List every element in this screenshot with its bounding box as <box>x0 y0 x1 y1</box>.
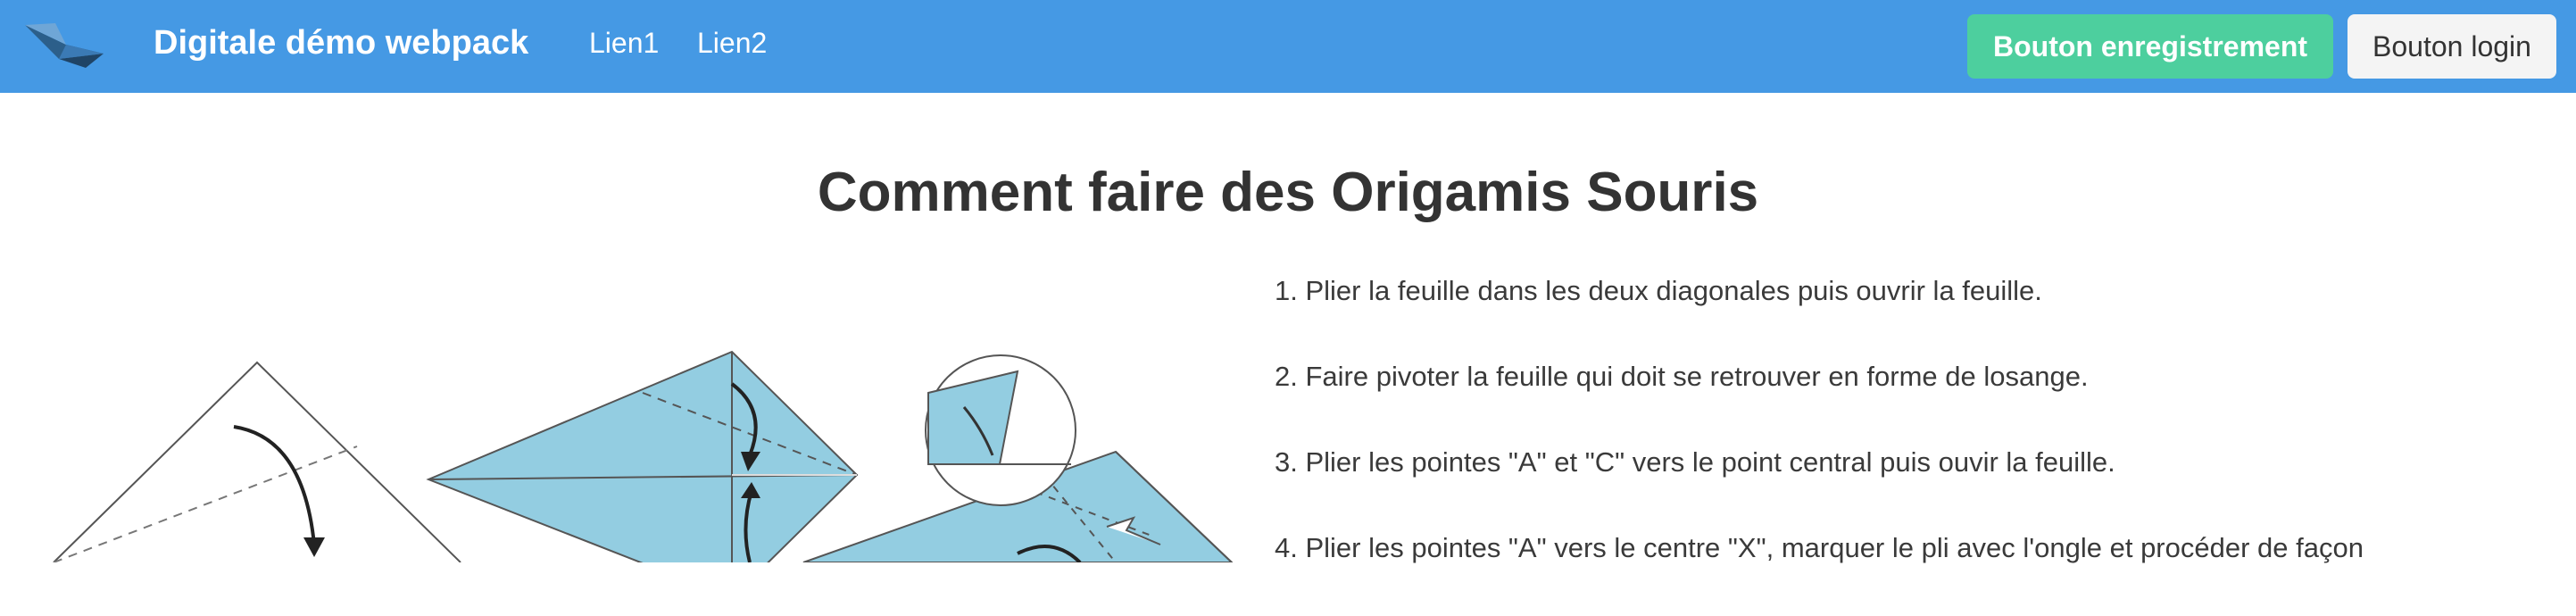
brand-link[interactable]: Digitale démo webpack <box>154 24 528 62</box>
nav-link-lien1[interactable]: Lien1 <box>589 27 659 60</box>
step-item: 4. Plier les pointes "A" vers le centre … <box>1275 530 2364 616</box>
diagram-step-3 <box>802 354 1234 562</box>
nav-link-lien2[interactable]: Lien2 <box>697 27 767 60</box>
step-item: 3. Plier les pointes "A" et "C" vers le … <box>1275 445 2364 530</box>
navbar: Digitale démo webpack Lien1 Lien2 Bouton… <box>0 0 2576 93</box>
steps-list: 1. Plier la feuille dans les deux diagon… <box>1275 273 2364 616</box>
origami-mouse-steps-diagram <box>53 350 1234 562</box>
step-number: 2. <box>1275 361 1298 392</box>
step-text: Plier les pointes "A" vers le centre "X"… <box>1305 532 2364 563</box>
step-item: 1. Plier la feuille dans les deux diagon… <box>1275 273 2364 359</box>
step-text: Plier les pointes "A" et "C" vers le poi… <box>1305 446 2115 478</box>
step-number: 3. <box>1275 446 1298 478</box>
login-button[interactable]: Bouton login <box>2347 14 2556 79</box>
paper-boat-logo-icon[interactable] <box>23 20 112 73</box>
diagram-step-2 <box>426 350 859 562</box>
step-number: 1. <box>1275 275 1298 306</box>
step-item: 2. Faire pivoter la feuille qui doit se … <box>1275 359 2364 445</box>
register-button[interactable]: Bouton enregistrement <box>1967 14 2333 79</box>
step-text: Plier la feuille dans les deux diagonale… <box>1305 275 2042 306</box>
diagram-step-1 <box>53 361 461 562</box>
step-number: 4. <box>1275 532 1298 563</box>
step-text: Faire pivoter la feuille qui doit se ret… <box>1305 361 2089 392</box>
page-title: Comment faire des Origamis Souris <box>817 162 1759 223</box>
